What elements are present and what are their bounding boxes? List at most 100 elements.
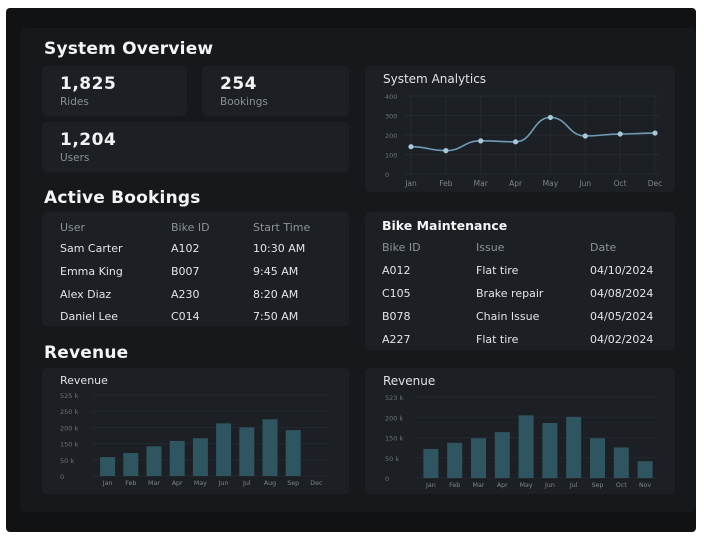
- x-tick-label: Jun: [578, 179, 591, 188]
- bar: [590, 438, 605, 478]
- bar: [239, 427, 255, 476]
- booking-row-start-time: 8:20 AM: [253, 288, 299, 301]
- y-tick-label: 200 k: [385, 414, 403, 422]
- bar: [494, 432, 510, 478]
- y-tick-label: 200: [385, 132, 397, 140]
- booking-row-bike-id: B007: [171, 265, 200, 278]
- bar: [169, 440, 185, 476]
- booking-row-start-time: 9:45 AM: [253, 265, 299, 278]
- revenue-card-right: Revenue 523 k 200 k 150 k 50 k 0 Jan Feb Mar Apr…: [365, 368, 675, 494]
- x-tick-label: Jun: [218, 480, 229, 487]
- y-tick-label: 50 k: [385, 455, 399, 463]
- booking-row-start-time: 7:50 AM: [253, 310, 299, 323]
- stat-card-rides[interactable]: 1,825 Rides: [42, 66, 187, 116]
- x-tick-label: Jul: [242, 480, 251, 487]
- x-tick-label: May: [520, 482, 533, 489]
- booking-row-bike-id: A230: [171, 288, 200, 301]
- y-tick-label: 525 k: [60, 392, 78, 400]
- bar: [123, 453, 139, 476]
- maintenance-header-bike-id: Bike ID: [382, 241, 421, 254]
- maintenance-row-issue: Brake repair: [476, 287, 544, 300]
- x-tick-label: Jul: [569, 482, 578, 489]
- maintenance-row-date: 04/08/2024: [590, 287, 654, 300]
- y-tick-label: 150 k: [60, 441, 78, 449]
- x-tick-label: Jan: [102, 480, 113, 487]
- booking-row-user[interactable]: Emma King: [60, 265, 123, 278]
- maintenance-row-issue: Flat tire: [476, 333, 519, 346]
- bar: [262, 419, 278, 476]
- stat-card-bookings[interactable]: 254 Bookings: [202, 66, 349, 116]
- maintenance-header-issue: Issue: [476, 241, 505, 254]
- active-bookings-card: User Bike ID Start Time Sam Carter A102 …: [42, 212, 349, 326]
- data-point: [512, 139, 519, 145]
- maintenance-row-bike-id[interactable]: A227: [382, 333, 411, 346]
- x-tick-label: Oct: [616, 482, 627, 489]
- x-tick-label: Apr: [172, 480, 183, 487]
- stat-card-users[interactable]: 1,204 Users: [42, 122, 349, 172]
- x-tick-label: Sep: [287, 480, 299, 487]
- maintenance-row-bike-id[interactable]: C105: [382, 287, 411, 300]
- bar: [100, 457, 116, 476]
- data-point: [652, 130, 658, 136]
- bar: [613, 447, 629, 478]
- maintenance-row-date: 04/10/2024: [590, 264, 654, 277]
- bar: [192, 438, 208, 476]
- data-point: [478, 138, 484, 144]
- booking-row-user[interactable]: Sam Carter: [60, 242, 122, 255]
- bike-maintenance-title: Bike Maintenance: [382, 218, 508, 233]
- maintenance-header-date: Date: [590, 241, 617, 254]
- bookings-header-start-time: Start Time: [253, 221, 311, 234]
- bar: [637, 461, 653, 478]
- booking-row-user[interactable]: Daniel Lee: [60, 310, 118, 323]
- users-label: Users: [60, 152, 90, 164]
- x-tick-label: Dec: [310, 480, 323, 487]
- rides-value: 1,825: [60, 74, 117, 94]
- x-tick-label: Aug: [264, 480, 276, 487]
- revenue-card-left: Revenue 525 k 250 k 200 k 150 k 50 k 0 Jan Feb M…: [42, 368, 349, 494]
- system-analytics-chart: 400 300 200 100 0 Jan Feb Mar Apr May Jun Oct Dec: [385, 93, 663, 188]
- bar: [542, 422, 558, 478]
- y-tick-label: 300: [385, 113, 397, 121]
- active-bookings-title: Active Bookings: [44, 188, 201, 208]
- data-point: [443, 148, 449, 154]
- x-tick-label: Nov: [639, 482, 652, 489]
- booking-row-bike-id: C014: [171, 310, 200, 323]
- x-tick-label: Feb: [439, 179, 453, 188]
- x-tick-label: Feb: [449, 482, 460, 489]
- bar: [216, 423, 232, 476]
- bookings-label: Bookings: [220, 96, 268, 108]
- x-tick-label: May: [194, 480, 207, 487]
- bike-maintenance-card: Bike Maintenance Bike ID Issue Date A012…: [365, 212, 675, 350]
- revenue-bar-chart-left: 525 k 250 k 200 k 150 k 50 k 0 Jan Feb Mar Apr May…: [60, 392, 328, 487]
- data-point: [617, 131, 623, 137]
- bar: [447, 442, 463, 478]
- revenue-bar-chart-right: 523 k 200 k 150 k 50 k 0 Jan Feb Mar Apr May Jun Ju…: [385, 394, 657, 489]
- x-tick-label: Oct: [614, 179, 627, 188]
- x-tick-label: Dec: [648, 179, 663, 188]
- data-point: [408, 144, 414, 150]
- y-tick-label: 250 k: [60, 408, 78, 416]
- maintenance-row-date: 04/05/2024: [590, 310, 654, 323]
- x-tick-label: Mar: [474, 179, 489, 188]
- bar: [566, 416, 582, 478]
- bar: [471, 438, 486, 478]
- x-tick-label: Sep: [592, 482, 604, 489]
- bar: [423, 448, 439, 478]
- y-tick-label: 200 k: [60, 424, 78, 432]
- bar: [285, 430, 301, 476]
- booking-row-user[interactable]: Alex Diaz: [60, 288, 111, 301]
- bar: [518, 415, 534, 478]
- x-tick-label: Feb: [125, 480, 136, 487]
- x-tick-label: Jan: [404, 179, 417, 188]
- maintenance-row-bike-id[interactable]: B078: [382, 310, 411, 323]
- y-tick-label: 50 k: [60, 457, 74, 465]
- x-tick-label: Apr: [497, 482, 508, 489]
- y-tick-label: 0: [60, 473, 64, 481]
- maintenance-row-issue: Chain Issue: [476, 310, 540, 323]
- bookings-header-user: User: [60, 221, 86, 234]
- y-tick-label: 0: [385, 171, 389, 179]
- y-tick-label: 400: [385, 93, 397, 101]
- maintenance-row-bike-id[interactable]: A012: [382, 264, 411, 277]
- y-tick-label: 523 k: [385, 394, 403, 402]
- maintenance-row-issue: Flat tire: [476, 264, 519, 277]
